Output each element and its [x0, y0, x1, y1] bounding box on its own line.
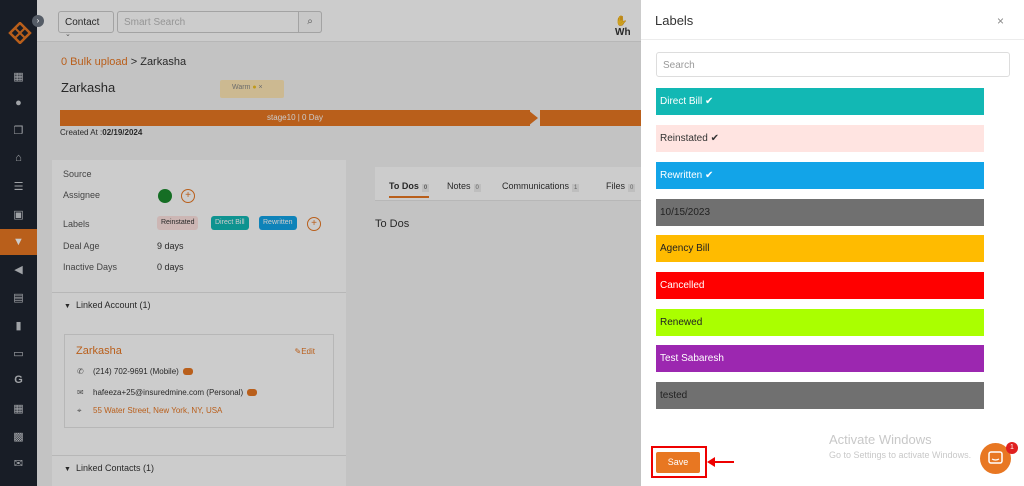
save-button[interactable]: Save — [656, 452, 700, 473]
windows-watermark-title: Activate Windows — [829, 432, 932, 447]
label-option-cancelled[interactable]: Cancelled — [656, 272, 984, 299]
label-option-rewritten[interactable]: Rewritten ✔ — [656, 162, 984, 189]
label-option-direct-bill[interactable]: Direct Bill ✔ — [656, 88, 984, 115]
close-icon[interactable]: × — [997, 14, 1004, 28]
label-option-test-sabaresh[interactable]: Test Sabaresh — [656, 345, 984, 372]
windows-watermark-subtitle: Go to Settings to activate Windows. — [829, 450, 972, 460]
label-search-input[interactable]: Search — [656, 52, 1010, 77]
divider — [641, 39, 1024, 40]
notification-badge: 1 — [1006, 442, 1018, 454]
label-option-date[interactable]: 10/15/2023 — [656, 199, 984, 226]
arrow-icon — [710, 461, 734, 463]
sidebar-toggle-icon[interactable]: › — [32, 15, 44, 27]
label-option-reinstated[interactable]: Reinstated ✔ — [656, 125, 984, 152]
labels-modal: Labels × Search Direct Bill ✔ Reinstated… — [641, 0, 1024, 486]
label-option-agency-bill[interactable]: Agency Bill — [656, 235, 984, 262]
modal-title: Labels — [655, 13, 694, 28]
modal-overlay[interactable] — [0, 0, 641, 486]
label-option-tested[interactable]: tested — [656, 382, 984, 409]
label-option-renewed[interactable]: Renewed — [656, 309, 984, 336]
